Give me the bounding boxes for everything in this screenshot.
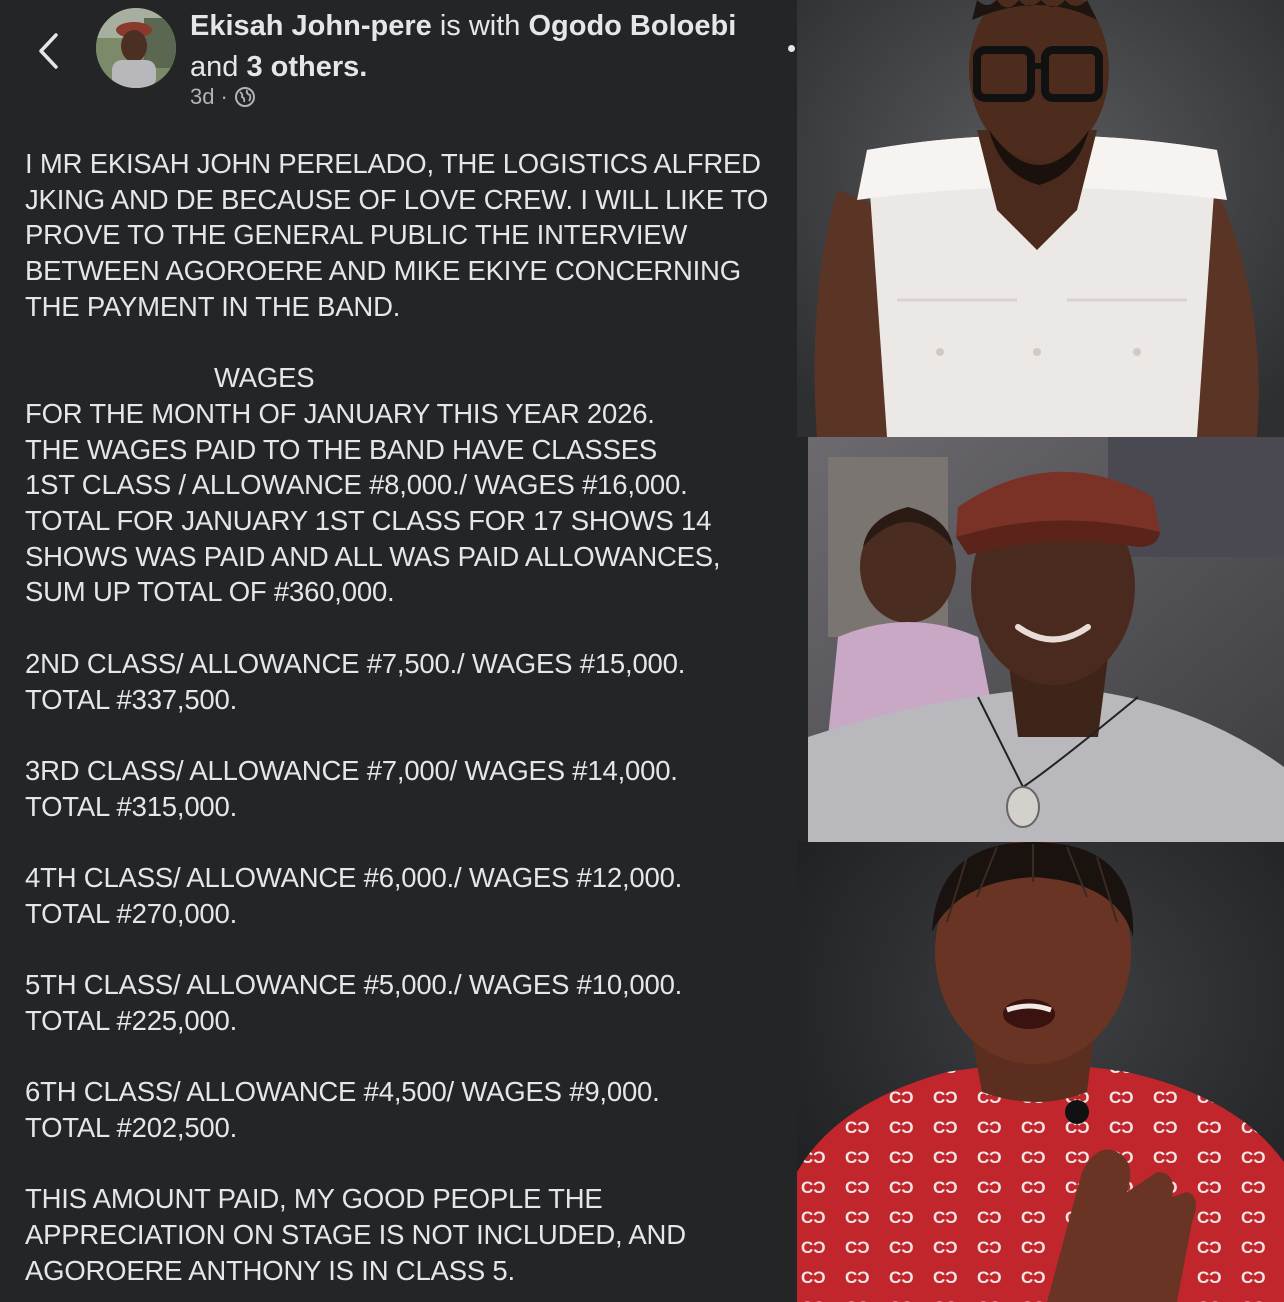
tagged-others[interactable]: 3 others.	[246, 51, 367, 83]
body-line: 5TH CLASS/ ALLOWANCE #5,000./ WAGES #10,…	[25, 969, 683, 1001]
body-line: PROVE TO THE GENERAL PUBLIC THE INTERVIE…	[25, 219, 688, 251]
body-line: TOTAL #315,000.	[25, 790, 238, 822]
body-line: THE PAYMENT IN THE BAND.	[25, 290, 401, 322]
body-line: SHOWS WAS PAID AND ALL WAS PAID ALLOWANC…	[25, 540, 721, 572]
author-name[interactable]: Ekisah John-pere	[190, 10, 432, 42]
post-header-text: Ekisah John-pere is with Ogodo Boloebi a…	[190, 6, 780, 88]
chevron-left-icon	[39, 33, 58, 69]
and-text: and	[190, 51, 239, 83]
wages-heading: WAGES	[214, 362, 315, 394]
photo-man-cap-child	[808, 437, 1284, 842]
body-line: APPRECIATION ON STAGE IS NOT INCLUDED, A…	[25, 1218, 686, 1250]
photo-woman-red-top: CƆ	[797, 842, 1284, 1302]
photo-man-glasses	[797, 0, 1284, 437]
author-avatar[interactable]	[96, 8, 176, 88]
back-button[interactable]	[26, 26, 70, 76]
post-time[interactable]: 3d	[190, 84, 214, 110]
globe-icon[interactable]	[234, 86, 256, 108]
body-line: BETWEEN AGOROERE AND MIKE EKIYE CONCERNI…	[25, 255, 741, 287]
body-line: THIS AMOUNT PAID, MY GOOD PEOPLE THE	[25, 1183, 603, 1215]
body-line: AGOROERE ANTHONY IS IN CLASS 5.	[25, 1254, 515, 1286]
tagged-person[interactable]: Ogodo Boloebi	[528, 10, 736, 42]
meta-separator: ·	[220, 84, 228, 109]
body-line: 1ST CLASS / ALLOWANCE #8,000./ WAGES #16…	[25, 469, 688, 501]
body-line: FOR THE MONTH OF JANUARY THIS YEAR 2026.	[25, 397, 655, 429]
body-line: TOTAL #225,000.	[25, 1004, 238, 1036]
body-line: THE WAGES PAID TO THE BAND HAVE CLASSES	[25, 433, 657, 465]
post-meta: 3d ·	[190, 84, 256, 110]
post-panel: Ekisah John-pere is with Ogodo Boloebi a…	[0, 0, 845, 1302]
body-line: TOTAL #202,500.	[25, 1111, 238, 1143]
body-line: TOTAL #270,000.	[25, 897, 238, 929]
body-line: TOTAL FOR JANUARY 1ST CLASS FOR 17 SHOWS…	[25, 505, 712, 537]
body-line: TOTAL #337,500.	[25, 683, 238, 715]
post-body: I MR EKISAH JOHN PERELADO, THE LOGISTICS…	[25, 146, 825, 1288]
body-line: 2ND CLASS/ ALLOWANCE #7,500./ WAGES #15,…	[25, 647, 686, 679]
body-line: JKING AND DE BECAUSE OF LOVE CREW. I WIL…	[25, 183, 769, 215]
body-line: I MR EKISAH JOHN PERELADO, THE LOGISTICS…	[25, 148, 761, 179]
body-line: 3RD CLASS/ ALLOWANCE #7,000/ WAGES #14,0…	[25, 754, 678, 786]
body-line: SUM UP TOTAL OF #360,000.	[25, 576, 395, 608]
with-text: is with	[439, 10, 521, 42]
body-line: 4TH CLASS/ ALLOWANCE #6,000./ WAGES #12,…	[25, 862, 683, 893]
body-line: 6TH CLASS/ ALLOWANCE #4,500/ WAGES #9,00…	[25, 1076, 660, 1108]
